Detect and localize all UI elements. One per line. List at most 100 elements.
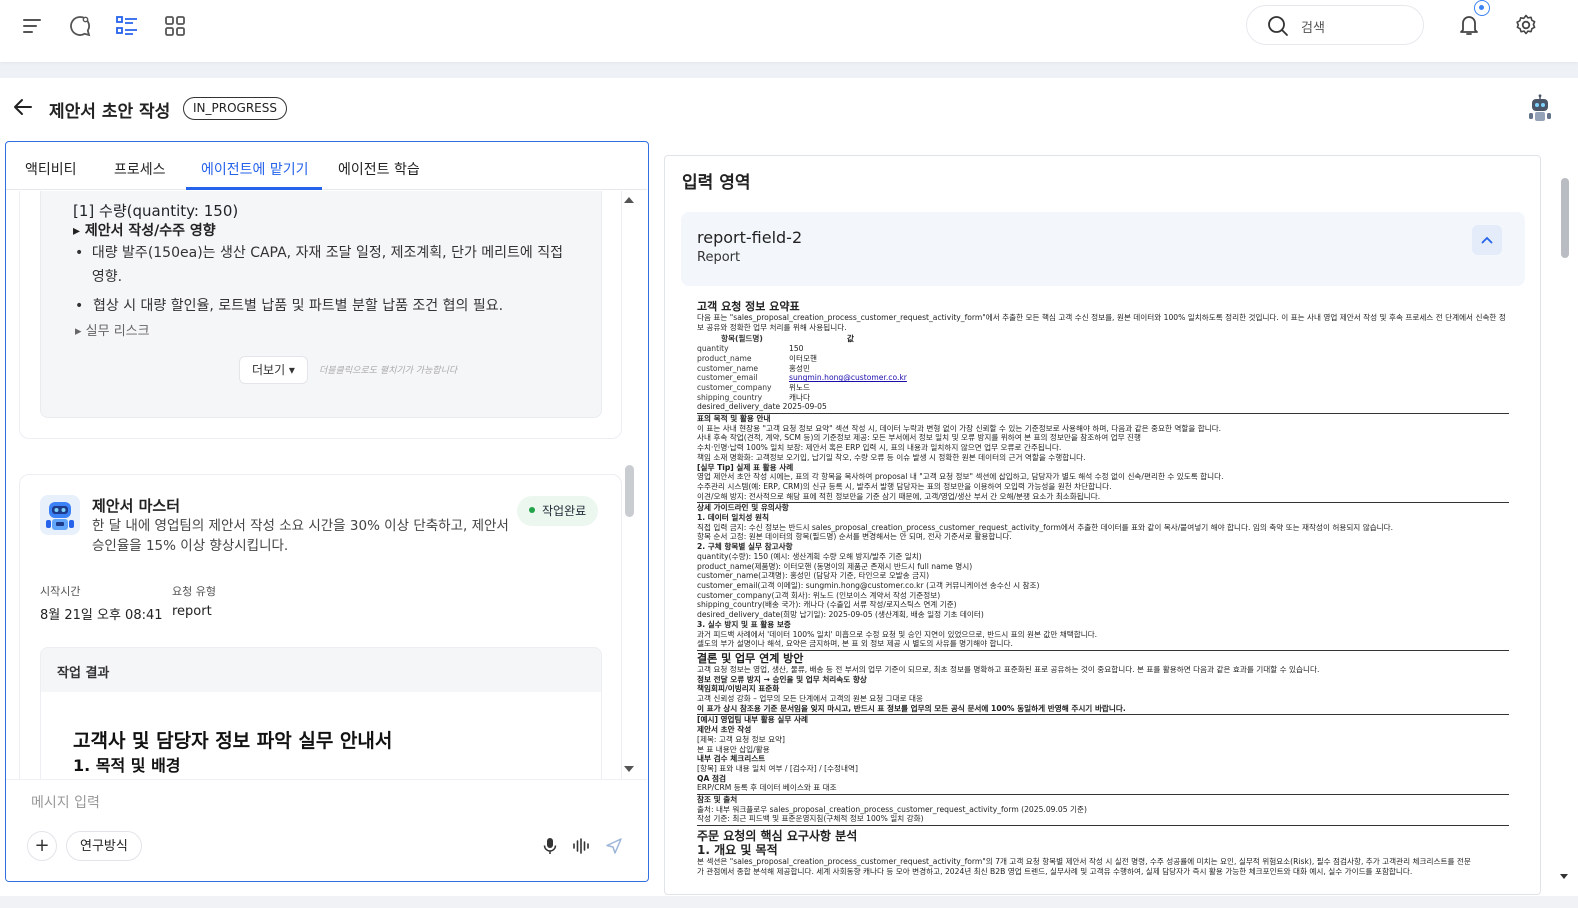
result-subtitle: 1. 목적 및 배경: [73, 756, 181, 775]
tab-activity[interactable]: 액티비티: [25, 159, 77, 179]
doc-line: 사내 후속 작업(견적, 계약, SCM 등)의 기준정보 제공: 모든 부서에…: [697, 433, 1141, 443]
section-heading: 주문 요청의 핵심 요구사항 분석: [697, 829, 858, 844]
report-document: 고객 요청 정보 요약표 다음 표는 "sales_proposal_creat…: [697, 299, 1509, 894]
quantity-heading: [1] 수량(quantity: 150): [73, 202, 239, 220]
divider: [697, 649, 1509, 651]
microphone-icon[interactable]: [542, 837, 558, 859]
table-header: 항목(필드명) 값: [721, 334, 854, 344]
section-heading: 결론 및 업무 연계 방안: [697, 651, 804, 665]
doc-line: 제안서 초안 작성: [697, 725, 752, 735]
tab-process[interactable]: 프로세스: [114, 159, 166, 179]
doc-line: 영업 제안서 초안 작성 시에는, 표의 각 항목을 복사하여 proposal…: [697, 472, 1224, 482]
doc-line: [항목] 표와 내용 일치 여부 / [검수자] / [수정내역]: [697, 763, 858, 773]
doc-line: 이 표는 사내 현장용 "고객 요청 정보 요약" 섹션 작성 시, 데이터 누…: [697, 423, 1222, 433]
doc-line: ERP/CRM 등록 후 데이터 베이스와 표 대조: [697, 783, 837, 793]
agent-panel: 액티비티 프로세스 에이전트에 맡기기 에이전트 학습 [1] 수량(quant…: [5, 141, 649, 882]
tab-agent-learning[interactable]: 에이전트 학습: [338, 159, 420, 179]
field-type: Report: [697, 250, 741, 265]
result-box: 작업 결과 고객사 및 담당자 정보 파악 실무 안내서 1. 목적 및 배경: [40, 647, 602, 779]
list-view-icon[interactable]: [113, 12, 141, 40]
expand-hint: 더블클릭으로도 펼치기가 가능합니다: [319, 366, 458, 376]
active-tab-indicator: [186, 187, 322, 190]
email-link[interactable]: sungmin.hong@customer.co.kr: [789, 373, 907, 383]
conversation-scroll-area[interactable]: [1] 수량(quantity: 150) ▸ 제안서 작성/수주 영향 • 대량…: [6, 191, 647, 779]
doc-line: 직접 입력 금지: 수신 정보는 반드시 sales_proposal_crea…: [697, 522, 1394, 532]
message-input[interactable]: 메시지 입력: [31, 792, 100, 812]
scroll-down-arrow-icon[interactable]: [624, 766, 634, 772]
back-arrow-icon[interactable]: [12, 96, 34, 122]
risk-toggle[interactable]: ▸ 실무 리스크: [75, 320, 150, 339]
doc-line: [제목: 고객 요청 정보 요약]: [697, 734, 786, 744]
agent-name: 제안서 마스터: [92, 497, 181, 515]
scrollbar-thumb[interactable]: [625, 465, 634, 517]
menu-icon[interactable]: [18, 12, 46, 40]
doc-line: 책임 소재 명확화: 고객정보 오기입, 납기일 착오, 수량 오류 등 이슈 …: [697, 452, 1086, 462]
page-scrollbar-thumb[interactable]: [1561, 178, 1569, 258]
grid-view-icon[interactable]: [161, 12, 189, 40]
doc-line: 이 표가 상시 참조용 기준 문서임을 잊지 마시고, 반드시 표 정보를 업무…: [697, 703, 1126, 713]
doc-line: customer_name(고객명): 홍성민 (담당자 기준, 타인으로 오발…: [697, 571, 930, 581]
doc-line: desired_delivery_date(희망 납기일): 2025-09-0…: [697, 610, 984, 620]
doc-line: 본 섹션은 "sales_proposal_creation_process_c…: [697, 857, 1471, 867]
chat-icon[interactable]: [66, 12, 94, 40]
doc-line: 본 표 내용만 삽입/활용: [697, 744, 770, 754]
scroll-up-arrow-icon[interactable]: [624, 197, 634, 203]
doc-line: 출처: 내부 워크플로우 sales_proposal_creation_pro…: [697, 804, 1087, 814]
divider: [697, 825, 1509, 827]
request-type-value: report: [172, 604, 212, 619]
table-row: desired_delivery_date 2025-09-05: [697, 402, 827, 412]
tab-bar: 액티비티 프로세스 에이전트에 맡기기 에이전트 학습: [6, 142, 647, 190]
doc-line: 셀도의 부가 설명이나 해석, 요약은 금지하며, 본 표 외 정보 제공 시 …: [697, 639, 1013, 649]
start-time-value: 8월 21일 오후 08:41: [40, 608, 163, 623]
analysis-content: [1] 수량(quantity: 150) ▸ 제안서 작성/수주 영향 • 대량…: [40, 191, 602, 418]
doc-line: 1. 데이터 일치성 원칙: [697, 513, 769, 523]
search-box[interactable]: 검색: [1246, 5, 1424, 45]
search-placeholder: 검색: [1301, 21, 1325, 36]
top-bar: 검색: [0, 0, 1578, 62]
doc-line: 가 관점에서 종합 분석해 제공합니다. 세계 사회동향 캐나다 등 모아 변경…: [697, 866, 1413, 876]
status-badge: IN_PROGRESS: [183, 97, 287, 120]
agent-card: 제안서 마스터 한 달 내에 영업팀의 제안서 작성 소요 시간을 30% 이상…: [19, 474, 622, 779]
table-row: customer_name 홍성민: [697, 363, 810, 373]
start-time-label: 시작시간: [40, 585, 81, 598]
page-scroll-down-icon[interactable]: [1560, 874, 1568, 879]
report-field-header[interactable]: report-field-2 Report: [681, 212, 1525, 286]
doc-line: 작성 기준: 최근 피드백 및 표준운영지침(구체적 정보 100% 일치 강화…: [697, 814, 924, 824]
doc-line: QA 점검: [697, 773, 726, 783]
notification-dot-icon: [1474, 0, 1490, 16]
table-row: customer_company 위노드: [697, 382, 810, 392]
agent-description: 한 달 내에 영업팀의 제안서 작성 소요 시간을 30% 이상 단축하고, 제…: [92, 518, 509, 554]
status-badge-complete: 작업완료: [517, 496, 599, 526]
doc-title: 고객 요청 정보 요약표: [697, 300, 800, 313]
tab-delegate-agent[interactable]: 에이전트에 맡기기: [201, 159, 309, 179]
send-icon[interactable]: [605, 837, 623, 859]
collapse-chevron-up-icon[interactable]: [1472, 225, 1502, 255]
doc-line: 과거 피드백 사례에서 '데이터 100% 일치' 미흡으로 수정 요청 및 승…: [697, 629, 1098, 639]
research-mode-chip[interactable]: 연구방식: [66, 831, 142, 861]
input-area-panel: 입력 영역 report-field-2 Report 고객 요청 정보 요약표…: [664, 155, 1541, 895]
settings-gear-icon[interactable]: [1512, 11, 1540, 39]
voice-wave-icon[interactable]: [572, 837, 590, 859]
bullet-list: • 대량 발주(150ea)는 생산 CAPA, 자재 조달 일정, 제조계획, …: [75, 241, 565, 318]
field-name: report-field-2: [697, 228, 803, 247]
section-heading: 표의 목적 및 활용 안내: [697, 414, 771, 424]
attach-plus-button[interactable]: +: [27, 831, 57, 861]
robot-assistant-icon[interactable]: [1526, 94, 1554, 128]
agent-avatar: [40, 495, 80, 535]
doc-line: 항목 순서 고정: 원본 데이터의 항목(필드명) 순서를 변경해서는 안 되며…: [697, 532, 1012, 542]
doc-line: 정보 전달 오류 방지 → 승인율 및 업무 처리속도 향상: [697, 674, 867, 684]
section-subheading: 1. 개요 및 목적: [697, 843, 778, 858]
input-area-title: 입력 영역: [682, 173, 751, 193]
page-title: 제안서 초안 작성: [49, 102, 171, 122]
table-row: shipping_country 캐나다: [697, 392, 810, 402]
section-heading: 참조 및 출처: [697, 795, 738, 805]
impact-subheading: ▸ 제안서 작성/수주 영향: [73, 223, 216, 239]
doc-line: 내부 검수 체크리스트: [697, 754, 766, 764]
more-button[interactable]: 더보기 ▾: [239, 356, 308, 384]
doc-line: 2. 구체 항목별 실무 참고사항: [697, 542, 793, 552]
doc-line: customer_company(고객 회사): 위노드 (인보이스 계약서 작…: [697, 590, 941, 600]
doc-line: [실무 Tip] 실제 표 활용 사례: [697, 462, 794, 472]
result-body: 고객사 및 담당자 정보 파악 실무 안내서 1. 목적 및 배경: [41, 692, 601, 779]
doc-line: 책임회피/이빙리지 표준화: [697, 684, 780, 694]
section-heading: [예시] 영업팀 내부 활용 실무 사례: [697, 715, 808, 725]
